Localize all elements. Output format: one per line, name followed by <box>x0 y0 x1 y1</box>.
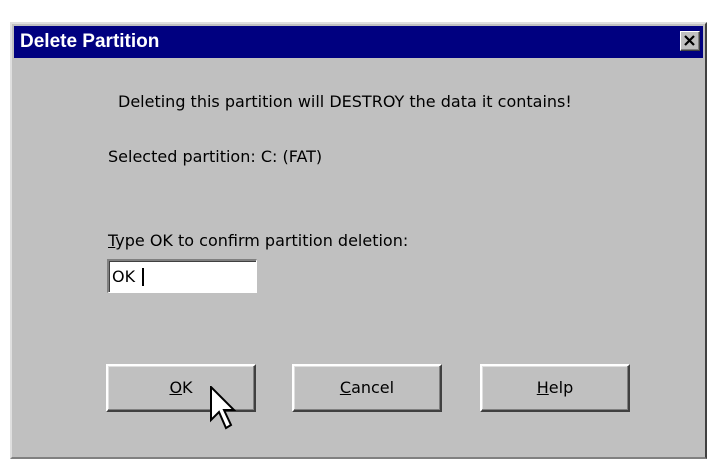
close-icon <box>684 35 695 46</box>
dialog-title: Delete Partition <box>20 31 160 52</box>
cancel-button[interactable]: Cancel <box>292 364 442 412</box>
text-caret <box>142 268 144 286</box>
confirm-input[interactable] <box>112 264 242 288</box>
title-bar: Delete Partition <box>14 26 703 58</box>
ok-accelerator: O <box>169 378 183 397</box>
cancel-accelerator: C <box>339 378 352 397</box>
delete-partition-dialog: Delete Partition Deleting this partition… <box>10 22 707 459</box>
help-label: elp <box>548 378 574 397</box>
help-accelerator: H <box>536 378 549 397</box>
help-button[interactable]: Help <box>480 364 630 412</box>
ok-label: K <box>182 378 193 397</box>
warning-message: Deleting this partition will DESTROY the… <box>118 92 572 111</box>
close-button[interactable] <box>680 31 700 51</box>
cancel-label: ancel <box>351 378 395 397</box>
confirm-input-box[interactable] <box>107 259 257 293</box>
mouse-pointer-icon <box>210 386 236 430</box>
prompt-text: ype OK to confirm partition deletion: <box>115 231 409 250</box>
confirm-prompt-label: Type OK to confirm partition deletion: <box>108 231 408 251</box>
selected-partition-label: Selected partition: C: (FAT) <box>108 147 323 166</box>
